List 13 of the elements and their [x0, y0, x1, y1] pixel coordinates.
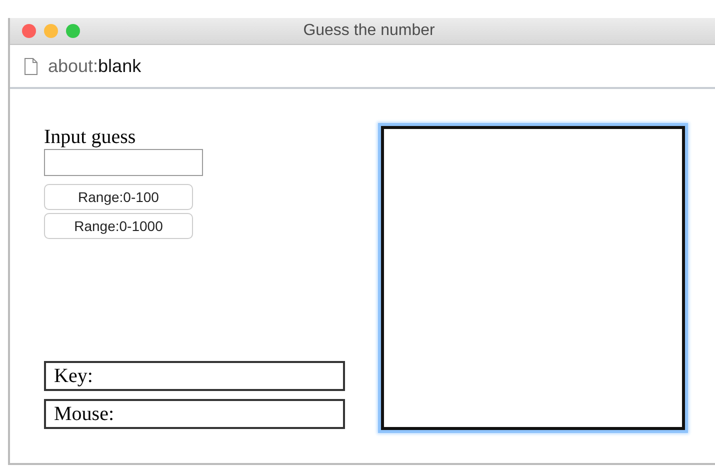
readout-box: Mouse: [44, 399, 345, 429]
zoom-icon[interactable] [66, 24, 80, 38]
guess-field[interactable] [44, 149, 203, 176]
input-label: Input guess [44, 125, 136, 149]
document-icon [24, 56, 38, 76]
address-text[interactable]: about:blank [48, 56, 142, 76]
readout-box: Key: [44, 361, 345, 391]
drawing-canvas[interactable] [381, 126, 685, 430]
range-button[interactable]: Range:0-1000 [44, 213, 193, 239]
range-button[interactable]: Range:0-100 [44, 184, 193, 210]
close-icon[interactable] [22, 24, 36, 38]
window-title: Guess the number [303, 22, 435, 40]
minimize-icon[interactable] [44, 24, 58, 38]
